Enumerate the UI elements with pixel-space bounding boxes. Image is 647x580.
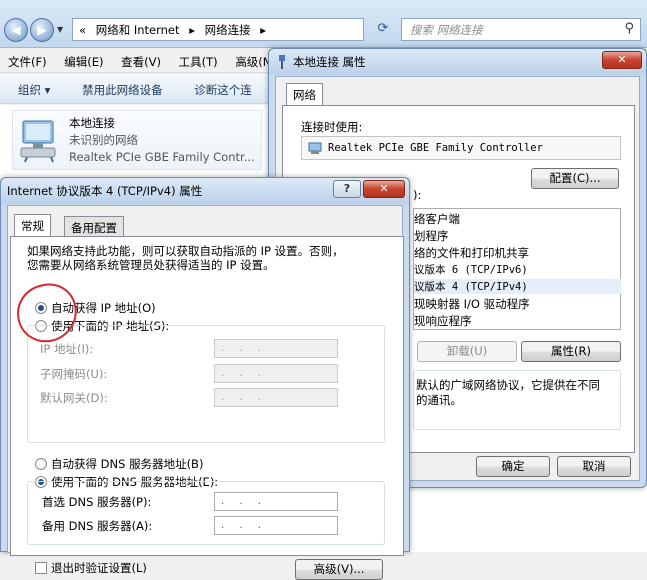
properties-button[interactable]: 属性(R) <box>521 341 621 362</box>
connection-icon <box>279 55 285 69</box>
alternate-dns-label: 备用 DNS 服务器(A): <box>42 519 153 533</box>
auto-ip-label[interactable]: 自动获得 IP 地址(O) <box>51 300 156 316</box>
tab-network-label: 网络 <box>293 88 316 102</box>
address-overflow-icon[interactable]: « <box>79 23 86 37</box>
tab-alternate-label: 备用配置 <box>71 221 117 235</box>
organize-button[interactable]: 组织 ▾ <box>18 83 50 97</box>
description-group: 默认的广域网络协议，它提供在不同 的通讯。 <box>413 370 621 430</box>
help-button[interactable]: ? <box>333 180 361 198</box>
cancel-button[interactable]: 取消 <box>557 456 631 477</box>
dns-group: 首选 DNS 服务器(P): . . . 备用 DNS 服务器(A): . . … <box>27 481 385 545</box>
list-item[interactable]: 划程序 <box>414 228 449 244</box>
search-placeholder: 搜索 网络连接 <box>410 23 483 37</box>
diagnose-button[interactable]: 诊断这个连 <box>194 83 252 97</box>
disable-device-button[interactable]: 禁用此网络设备 <box>82 83 163 97</box>
connection-name: 本地连接 <box>69 116 115 130</box>
adapter-name: Realtek PCIe GBE Family Controller <box>328 142 543 154</box>
ip-address-field[interactable]: . . . <box>214 339 338 358</box>
arrow-right-icon: ▶ <box>37 23 47 37</box>
general-tab-panel: 如果网络支持此功能，则可以获取自动指派的 IP 设置。否则， 您需要从网络系统管… <box>10 236 404 580</box>
preferred-dns-label: 首选 DNS 服务器(P): <box>42 495 152 509</box>
list-item[interactable]: 议版本 6 (TCP/IPv6) <box>414 262 528 277</box>
subnet-field[interactable]: . . . <box>214 364 338 383</box>
network-adapter-icon <box>20 120 56 163</box>
close-icon: ✕ <box>379 182 389 195</box>
close-button[interactable]: ✕ <box>363 180 405 198</box>
adapter-icon <box>308 142 322 154</box>
validate-exit-label[interactable]: 退出时验证设置(L) <box>51 560 147 576</box>
address-input[interactable]: « 网络和 Internet ▸ 网络连接 ▸ <box>72 18 364 41</box>
tab-general[interactable]: 常规 <box>14 214 51 236</box>
ipv4-client: 常规 备用配置 如果网络支持此功能，则可以获取自动指派的 IP 设置。否则， 您… <box>7 205 404 580</box>
back-button[interactable]: ◀ <box>4 18 28 42</box>
list-item[interactable]: 络客户端 <box>414 211 460 227</box>
menu-advanced[interactable]: 高级(N <box>235 55 271 69</box>
props-titlebar[interactable]: 本地连接 属性 ✕ <box>269 49 646 75</box>
list-item-selected[interactable]: 议版本 4 (TCP/IPv4) <box>414 279 621 294</box>
search-icon[interactable]: ⚲ <box>624 21 634 36</box>
props-title: 本地连接 属性 <box>293 55 366 69</box>
breadcrumb-separator-icon[interactable]: ▸ <box>260 23 266 37</box>
description-line: 默认的广域网络协议，它提供在不同 <box>416 378 600 392</box>
auto-ip-radio[interactable] <box>35 302 47 314</box>
close-button[interactable]: ✕ <box>602 51 642 69</box>
list-item[interactable]: 现映射器 I/O 驱动程序 <box>414 296 530 312</box>
connect-using-label: 连接时使用: <box>301 120 363 134</box>
forward-button[interactable]: ▶ <box>30 18 54 42</box>
tab-alternate[interactable]: 备用配置 <box>64 216 124 236</box>
menu-file[interactable]: 文件(F) <box>8 55 47 69</box>
breadcrumb-network-internet[interactable]: 网络和 Internet <box>96 23 180 37</box>
subnet-label: 子网掩码(U): <box>40 367 108 381</box>
tab-general-label: 常规 <box>21 219 44 233</box>
menu-view[interactable]: 查看(V) <box>121 55 161 69</box>
advanced-button[interactable]: 高级(V)... <box>295 559 383 580</box>
connection-adapter: Realtek PCIe GBE Family Contr... <box>69 150 255 164</box>
ipv4-titlebar[interactable]: Internet 协议版本 4 (TCP/IPv4) 属性 ? ✕ <box>1 178 409 204</box>
ip-address-label: IP 地址(I): <box>40 342 94 356</box>
uninstall-button[interactable]: 卸载(U) <box>417 341 517 362</box>
search-input[interactable]: 搜索 网络连接 ⚲ <box>401 18 641 41</box>
ipv4-properties-window: Internet 协议版本 4 (TCP/IPv4) 属性 ? ✕ 常规 备用配… <box>0 177 410 580</box>
description-line: 的通讯。 <box>416 393 462 407</box>
ok-button[interactable]: 确定 <box>476 456 550 477</box>
intro-line: 您需要从网络系统管理员处获得适当的 IP 设置。 <box>27 258 275 272</box>
refresh-button[interactable]: ⟳ <box>370 18 396 41</box>
tab-network[interactable]: 网络 <box>286 83 323 105</box>
preferred-dns-field[interactable]: . . . <box>214 492 338 511</box>
close-icon: ✕ <box>617 53 627 66</box>
auto-dns-radio[interactable] <box>35 458 47 470</box>
menu-tools[interactable]: 工具(T) <box>179 55 218 69</box>
history-dropdown-icon[interactable]: ▼ <box>57 25 63 34</box>
list-item[interactable]: 现响应程序 <box>414 313 472 329</box>
menu-edit[interactable]: 编辑(E) <box>64 55 103 69</box>
auto-dns-label[interactable]: 自动获得 DNS 服务器地址(B) <box>51 456 203 472</box>
breadcrumb-separator-icon[interactable]: ▸ <box>189 23 195 37</box>
gateway-field[interactable]: . . . <box>214 388 338 407</box>
explorer-address-bar: ◀ ▶ ▼ « 网络和 Internet ▸ 网络连接 ▸ ⟳ 搜索 网络连接 … <box>0 0 647 48</box>
arrow-left-icon: ◀ <box>11 23 21 37</box>
refresh-icon: ⟳ <box>377 21 389 36</box>
items-label: ): <box>413 188 422 202</box>
ip-group: IP 地址(I): . . . 子网掩码(U): . . . 默认网关(D): … <box>27 325 385 443</box>
configure-button[interactable]: 配置(C)... <box>531 168 619 189</box>
list-item[interactable]: 络的文件和打印机共享 <box>414 245 529 261</box>
local-connection-item[interactable]: 本地连接 未识别的网络 Realtek PCIe GBE Family Cont… <box>12 110 262 170</box>
adapter-field: Realtek PCIe GBE Family Controller <box>301 136 621 160</box>
help-icon: ? <box>343 182 351 195</box>
items-list[interactable]: 络客户端 划程序 络的文件和打印机共享 议版本 6 (TCP/IPv6) 议版本… <box>413 208 621 330</box>
ipv4-title: Internet 协议版本 4 (TCP/IPv4) 属性 <box>7 184 203 198</box>
breadcrumb-network-connections[interactable]: 网络连接 <box>205 23 251 37</box>
validate-exit-checkbox[interactable] <box>35 562 47 574</box>
connection-status: 未识别的网络 <box>69 133 138 147</box>
alternate-dns-field[interactable]: . . . <box>214 516 338 535</box>
gateway-label: 默认网关(D): <box>40 391 108 405</box>
